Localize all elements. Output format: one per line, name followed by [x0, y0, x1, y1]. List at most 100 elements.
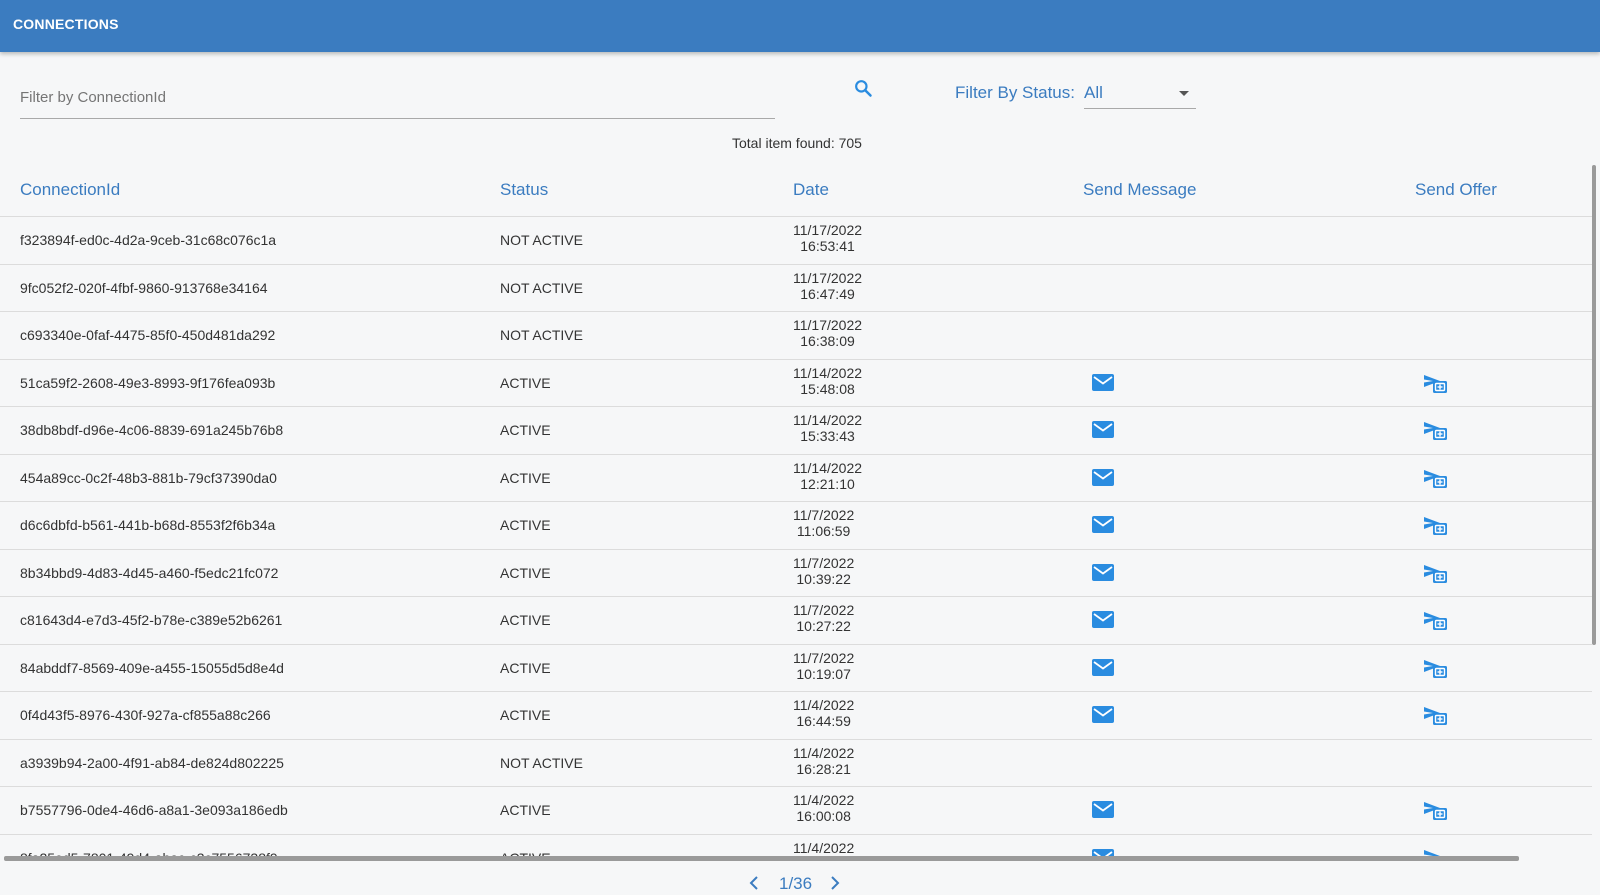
- total-count: Total item found: 705: [732, 135, 862, 151]
- table-row: 8b34bbd9-4d83-4d45-a460-f5edc21fc072 ACTI…: [0, 550, 1592, 597]
- date-value: 11/14/2022: [793, 412, 863, 428]
- search-icon[interactable]: [853, 78, 873, 98]
- connection-id-cell: 8b34bbd9-4d83-4d45-a460-f5edc21fc072: [20, 564, 279, 581]
- date-value: 11/4/2022: [793, 839, 855, 856]
- status-cell: NOT ACTIVE: [500, 754, 583, 771]
- connection-id-cell: 0f4d43f5-8976-430f-927a-cf855a88c266: [20, 707, 271, 723]
- send-offer-icon[interactable]: [1424, 705, 1448, 726]
- filter-connectionid-input[interactable]: [20, 76, 775, 119]
- time-value: 16:53:41: [800, 238, 855, 254]
- mail-icon[interactable]: [1092, 468, 1114, 486]
- date-value: 11/14/2022: [793, 459, 863, 476]
- chevron-left-icon[interactable]: [748, 876, 760, 890]
- table-row: 9fc052f2-020f-4fbf-9860-913768e34164 NOT …: [0, 265, 1592, 312]
- date-cell: 11/17/2022 16:53:41: [793, 222, 862, 254]
- column-header-date[interactable]: Date: [793, 180, 829, 200]
- status-cell: ACTIVE: [500, 707, 551, 723]
- time-value: 10:19:07: [796, 665, 851, 682]
- connection-id-cell: 454a89cc-0c2f-48b3-881b-79cf37390da0: [20, 469, 277, 486]
- send-offer-icon[interactable]: [1424, 468, 1448, 489]
- date-value: 11/4/2022: [793, 697, 855, 713]
- chevron-right-icon[interactable]: [829, 876, 841, 890]
- date-cell: 11/7/2022 10:27:22: [793, 602, 854, 634]
- send-offer-icon[interactable]: [1424, 658, 1448, 679]
- column-header-status[interactable]: Status: [500, 180, 548, 200]
- mail-icon[interactable]: [1092, 373, 1114, 391]
- table-row: f323894f-ed0c-4d2a-9ceb-31c68c076c1a NOT …: [0, 217, 1592, 265]
- mail-icon[interactable]: [1092, 421, 1114, 438]
- mail-icon[interactable]: [1092, 563, 1114, 581]
- connections-table-body: f323894f-ed0c-4d2a-9ceb-31c68c076c1a NOT …: [0, 217, 1592, 860]
- horizontal-scrollbar[interactable]: [4, 856, 1519, 861]
- mail-icon[interactable]: [1092, 516, 1114, 533]
- table-row: a3939b94-2a00-4f91-ab84-de824d802225 NOT …: [0, 740, 1592, 787]
- date-value: 11/7/2022: [793, 649, 855, 666]
- send-offer-icon[interactable]: [1424, 563, 1448, 584]
- status-filter-label: Filter By Status:: [955, 83, 1075, 102]
- send-offer-icon[interactable]: [1424, 610, 1448, 631]
- connection-id-cell: c693340e-0faf-4475-85f0-450d481da292: [20, 327, 276, 343]
- send-offer-icon[interactable]: [1424, 420, 1448, 441]
- status-cell: NOT ACTIVE: [500, 232, 583, 248]
- column-header-send-message: Send Message: [1083, 180, 1197, 199]
- connection-id-cell: 38db8bdf-d96e-4c06-8839-691a245b76b8: [20, 422, 284, 438]
- send-offer-icon[interactable]: [1424, 800, 1448, 821]
- date-value: 11/7/2022: [793, 507, 855, 523]
- table-row: 51ca59f2-2608-49e3-8993-9f176fea093b ACTI…: [0, 360, 1592, 407]
- time-value: 16:28:21: [796, 760, 851, 777]
- connection-id-cell: f323894f-ed0c-4d2a-9ceb-31c68c076c1a: [20, 232, 277, 248]
- status-cell: ACTIVE: [500, 374, 551, 391]
- mail-icon[interactable]: [1092, 658, 1114, 676]
- date-value: 11/7/2022: [793, 554, 855, 571]
- mail-icon[interactable]: [1092, 611, 1114, 628]
- time-value: 11:06:59: [796, 523, 851, 539]
- chevron-down-icon: [1179, 91, 1189, 96]
- date-cell: 11/4/2022 16:44:59: [793, 697, 854, 729]
- status-filter-value: All: [1084, 83, 1103, 102]
- date-cell: 11/7/2022 10:39:22: [793, 555, 854, 587]
- date-cell: 11/4/2022 16:00:08: [793, 792, 854, 824]
- status-filter-select[interactable]: All: [1084, 78, 1196, 109]
- time-value: 12:21:10: [800, 475, 855, 492]
- status-cell: NOT ACTIVE: [500, 327, 583, 343]
- send-offer-icon[interactable]: [1424, 515, 1448, 536]
- connection-id-cell: 84abddf7-8569-409e-a455-15055d5d8e4d: [20, 659, 284, 676]
- date-value: 11/17/2022: [793, 317, 863, 333]
- vertical-scrollbar[interactable]: [1592, 165, 1596, 645]
- connection-id-cell: 51ca59f2-2608-49e3-8993-9f176fea093b: [20, 374, 276, 391]
- table-row: 0f4d43f5-8976-430f-927a-cf855a88c266 ACTI…: [0, 692, 1592, 740]
- app-bar: CONNECTIONS: [0, 0, 1600, 52]
- time-value: 10:27:22: [796, 618, 851, 634]
- date-cell: 11/14/2022 15:33:43: [793, 412, 862, 444]
- page-indicator: 1/36: [779, 874, 813, 893]
- time-value: 15:48:08: [800, 380, 855, 397]
- column-header-send-offer: Send Offer: [1415, 180, 1497, 199]
- time-value: 16:44:59: [796, 713, 851, 729]
- time-value: 15:33:43: [800, 428, 855, 444]
- status-cell: ACTIVE: [500, 564, 551, 581]
- status-cell: ACTIVE: [500, 517, 551, 533]
- connection-id-cell: d6c6dbfd-b561-441b-b68d-8553f2f6b34a: [20, 517, 276, 533]
- date-value: 11/7/2022: [793, 602, 855, 618]
- connection-id-cell: a3939b94-2a00-4f91-ab84-de824d802225: [20, 754, 284, 771]
- connection-id-cell: b7557796-0de4-46d6-a8a1-3e093a186edb: [20, 802, 288, 818]
- status-cell: NOT ACTIVE: [500, 279, 583, 296]
- date-cell: 11/17/2022 16:47:49: [793, 270, 862, 302]
- status-cell: ACTIVE: [500, 802, 551, 818]
- send-offer-icon[interactable]: [1424, 373, 1448, 394]
- status-cell: ACTIVE: [500, 659, 551, 676]
- date-value: 11/14/2022: [793, 364, 863, 381]
- table-row: 84abddf7-8569-409e-a455-15055d5d8e4d ACTI…: [0, 645, 1592, 692]
- time-value: 16:38:09: [800, 333, 855, 349]
- table-row: 454a89cc-0c2f-48b3-881b-79cf37390da0 ACTI…: [0, 455, 1592, 502]
- column-header-connectionid[interactable]: ConnectionId: [20, 180, 120, 200]
- date-cell: 11/7/2022 11:06:59: [793, 507, 854, 539]
- mail-icon[interactable]: [1092, 801, 1114, 818]
- date-cell: 11/7/2022 10:19:07: [793, 650, 854, 682]
- time-value: 10:39:22: [796, 570, 851, 587]
- date-value: 11/17/2022: [793, 269, 863, 286]
- date-cell: 11/17/2022 16:38:09: [793, 317, 862, 349]
- mail-icon[interactable]: [1092, 706, 1114, 723]
- table-row: 38db8bdf-d96e-4c06-8839-691a245b76b8 ACTI…: [0, 407, 1592, 455]
- status-cell: ACTIVE: [500, 422, 551, 438]
